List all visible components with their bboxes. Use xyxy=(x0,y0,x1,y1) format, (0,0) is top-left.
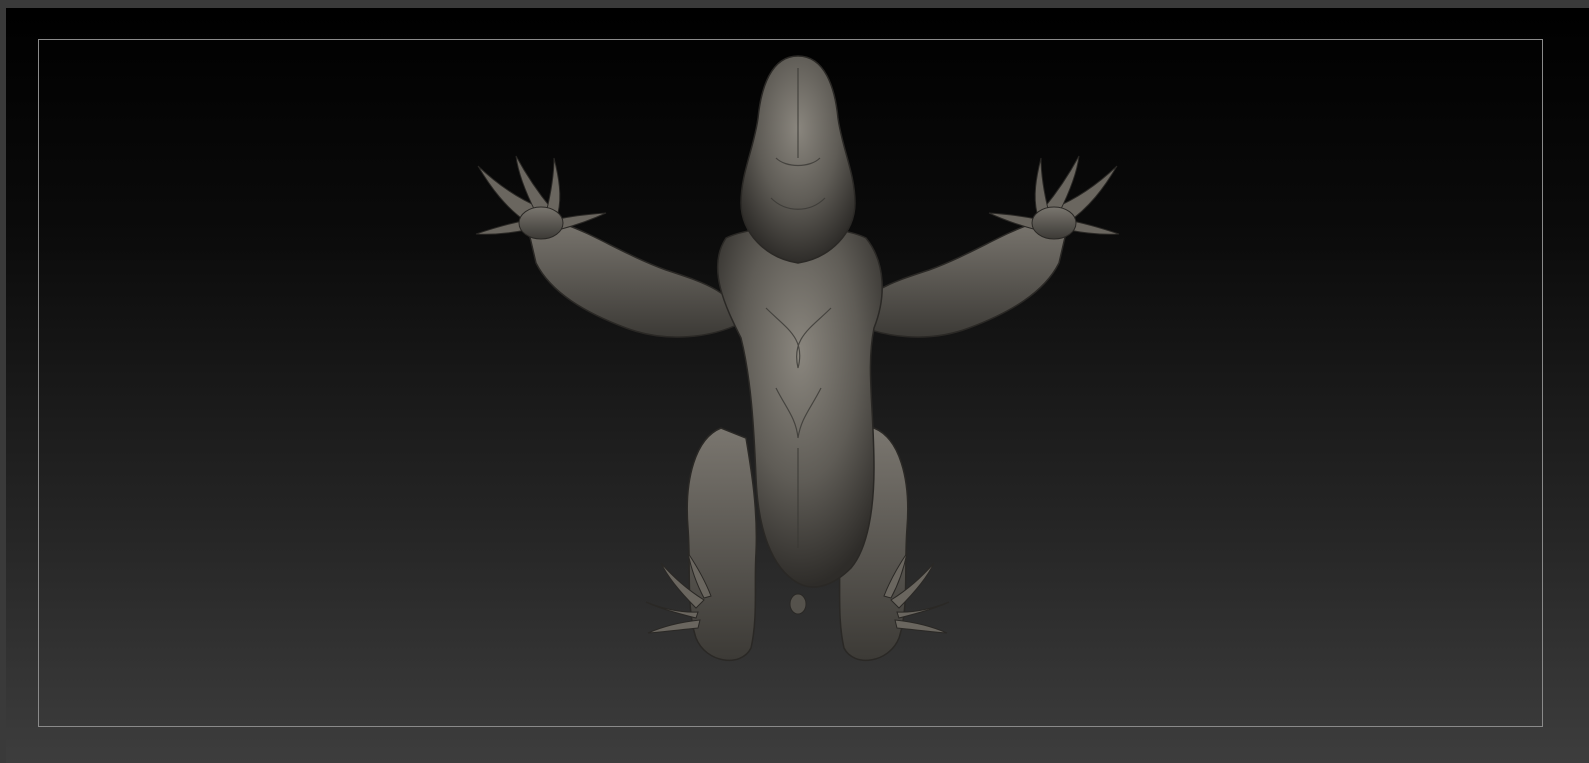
right-hand xyxy=(988,155,1120,240)
viewport-canvas[interactable] xyxy=(6,8,1589,763)
sculpted-creature-model[interactable] xyxy=(6,8,1589,763)
left-hand xyxy=(475,155,607,240)
left-arm xyxy=(525,218,742,338)
right-arm xyxy=(853,218,1070,338)
zbrush-viewport-window xyxy=(0,0,1589,763)
head xyxy=(740,55,856,264)
